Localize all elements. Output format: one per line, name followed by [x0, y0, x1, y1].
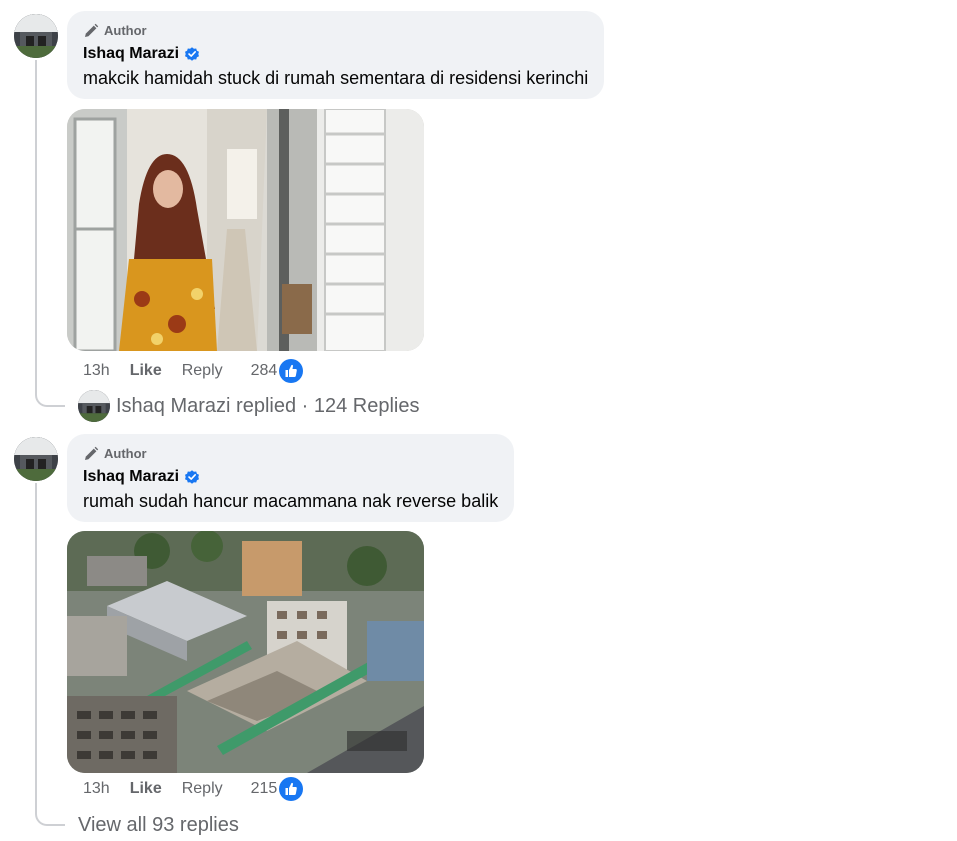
comment-photo[interactable] — [67, 109, 424, 351]
thread-connector — [35, 60, 65, 407]
pencil-icon — [85, 23, 99, 37]
comment-text: rumah sudah hancur macammana nak reverse… — [83, 491, 499, 511]
comment-text: makcik hamidah stuck di rumah sementara … — [83, 68, 589, 88]
thread-connector — [35, 483, 65, 826]
replies-summary: View all 93 replies — [78, 813, 239, 836]
comment-bubble: Author Ishaq Marazi rumah sudah hancur m… — [67, 434, 515, 522]
author-badge: Author — [104, 446, 147, 461]
pencil-icon — [85, 446, 99, 460]
replies-summary: Ishaq Marazi replied · 124 Replies — [116, 394, 420, 417]
comment-actions: 13h Like Reply 215 — [83, 777, 304, 801]
like-button[interactable]: Like — [130, 780, 162, 798]
view-replies-link[interactable]: Ishaq Marazi replied · 124 Replies — [78, 389, 420, 423]
timestamp[interactable]: 13h — [83, 780, 110, 798]
reaction-count[interactable]: 284 — [251, 362, 278, 380]
reaction-count[interactable]: 215 — [251, 780, 278, 798]
verified-badge-icon — [185, 47, 200, 61]
view-replies-link[interactable]: View all 93 replies — [78, 808, 239, 841]
author-name[interactable]: Ishaq Marazi — [83, 468, 179, 486]
thumbs-up-icon[interactable] — [279, 359, 304, 383]
reply-button[interactable]: Reply — [182, 780, 223, 798]
comment-photo[interactable] — [67, 531, 424, 773]
avatar — [78, 390, 110, 422]
thumbs-up-icon[interactable] — [279, 777, 304, 801]
avatar[interactable] — [14, 14, 58, 58]
reply-button[interactable]: Reply — [182, 362, 223, 380]
avatar[interactable] — [14, 437, 58, 481]
timestamp[interactable]: 13h — [83, 362, 110, 380]
comment-bubble: Author Ishaq Marazi makcik hamidah stuck… — [67, 11, 605, 99]
author-name[interactable]: Ishaq Marazi — [83, 45, 179, 63]
like-button[interactable]: Like — [130, 362, 162, 380]
verified-badge-icon — [185, 470, 200, 484]
comment-actions: 13h Like Reply 284 — [83, 359, 304, 383]
author-badge: Author — [104, 23, 147, 38]
